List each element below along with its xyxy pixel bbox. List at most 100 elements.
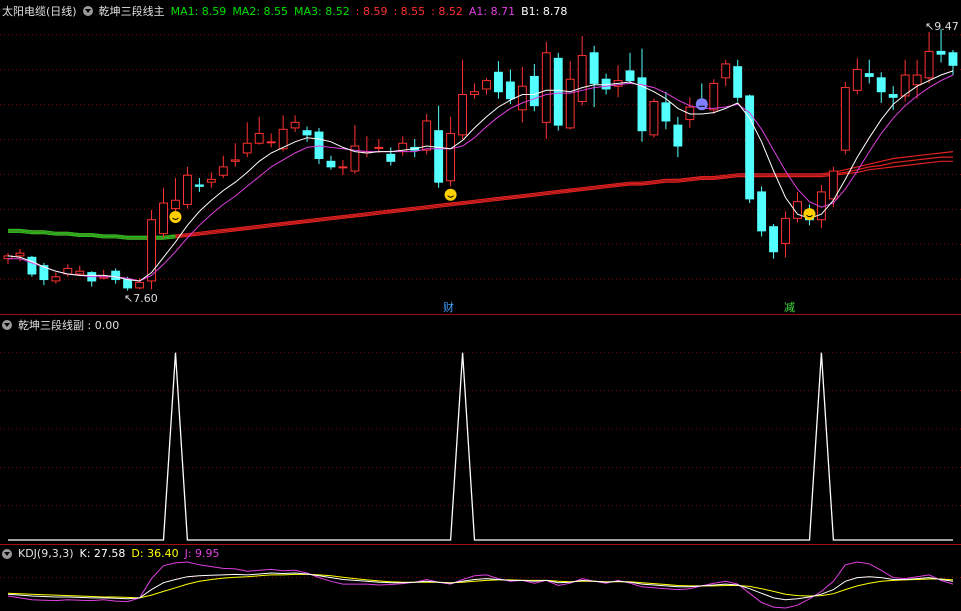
indicator-values: MA1: 8.59 MA2: 8.55 MA3: 8.52 : 8.59 : 8.55:… [171,5,568,18]
candle-down [314,131,324,160]
kdj-j-value: J: 9.95 [184,547,220,560]
main-header: 太阳电缆(日线) 乾坤三段线主 MA1: 8.59 MA2: 8.55 MA3: 8… [2,3,567,19]
candle-down [876,77,886,93]
smiley-icon [803,208,816,221]
sub-header: 乾坤三段线副 : 0.00 [2,317,119,333]
jian-marker: 减 [784,301,795,314]
candle-down [27,256,37,275]
candle-down [111,270,121,281]
high-arrow-icon: ↖ [925,20,935,33]
candle-up [458,94,468,136]
sub-indicator-pane[interactable]: 乾坤三段线副 : 0.00 [0,314,961,544]
main-chart-pane[interactable]: 太阳电缆(日线) 乾坤三段线主 MA1: 8.59 MA2: 8.55 MA3: 8… [0,0,961,314]
indicator-value-4: : 8.55 [393,4,426,18]
indicator-value-1: MA2: 8.55 [232,4,289,18]
main-chart-svg[interactable] [0,0,961,314]
spike-line [8,352,953,541]
candle-down [302,130,312,136]
candle-up [517,85,527,111]
candle-up [159,202,168,235]
candle-down [769,226,779,253]
candle-up [338,166,348,169]
candle-down [326,160,336,168]
high-price-label: ↖9.47 [925,20,959,33]
candle-up [852,68,862,91]
candle-up [182,174,192,205]
kdj-d-value: D: 36.40 [131,547,179,560]
candle-down [888,94,898,98]
candle-up [135,281,145,289]
candle-up [290,121,300,129]
indicator-title: 乾坤三段线主 [98,5,165,18]
candle-up [206,178,216,183]
low-price-label: ↖7.60 [124,292,158,305]
low-arrow-icon: ↖ [124,292,134,305]
indicator-value-2: MA3: 8.52 [294,4,350,18]
candle-down [864,73,874,77]
candle-up [230,159,240,162]
candle-up [374,146,384,149]
candle-up [577,55,587,102]
sub-indicator-menu-icon[interactable] [2,320,12,330]
candle-up [541,52,551,123]
candle-up [840,87,850,151]
candle-up [709,82,719,111]
candle-up [51,276,61,282]
candle-down [936,50,946,55]
candle-down [553,57,563,126]
indicator-value-5: : 8.52 [431,4,463,18]
candle-down [661,102,671,122]
indicator-value-6: A1: 8.71 [468,4,516,18]
candle-up [470,91,479,96]
candle-down [194,184,204,187]
high-price-value: 9.47 [934,20,959,33]
candle-up [15,252,25,257]
sub-chart-svg[interactable] [0,314,961,544]
kdj-j-line [7,561,954,609]
candle-up [446,132,456,182]
indicator-value-0: MA1: 8.59 [170,4,227,18]
candle-down [745,95,755,200]
candle-up [482,80,491,90]
kdj-menu-icon[interactable] [2,548,12,559]
low-price-value: 7.60 [133,292,158,305]
candle-down [589,52,599,84]
candle-up [242,142,252,154]
candle-up [266,141,276,144]
candle-down [505,81,515,100]
candle-down [948,52,958,66]
candle-up [254,132,264,144]
sub-indicator-title: 乾坤三段线副 : 0.00 [18,319,120,332]
candle-down [123,279,133,289]
candle-down [386,153,396,162]
candle-down [493,71,503,93]
stock-title: 太阳电缆(日线) [2,5,77,18]
indicator-value-3: : 8.59 [355,4,388,18]
kdj-title: KDJ(9,3,3) [18,547,74,560]
kdj-k-value: K: 27.58 [79,547,126,560]
candle-down [625,70,635,82]
smiley-icon [444,188,457,201]
candle-down [434,130,444,183]
candle-up [649,100,659,136]
kdj-header: KDJ(9,3,3) K: 27.58 D: 36.40 J: 9.95 [2,547,220,560]
candle-up [912,74,922,86]
warning-face-icon [695,98,708,111]
cai-marker: 财 [443,301,454,314]
candle-down [757,191,767,232]
candle-up [781,217,790,244]
candle-up [565,78,575,129]
candle-down [529,75,539,107]
kdj-pane[interactable]: KDJ(9,3,3) K: 27.58 D: 36.40 J: 9.95 [0,544,961,611]
candle-down [733,66,743,98]
candle-up [721,63,731,79]
indicator-value-7: B1: 8.78 [521,4,568,18]
indicator-menu-icon[interactable] [82,6,93,16]
candle-down [673,124,683,147]
smiley-icon [169,210,182,223]
candle-up [685,106,695,121]
candle-up [75,270,85,275]
candle-up [218,166,228,176]
candle-up [924,50,934,79]
candle-up [171,199,180,210]
